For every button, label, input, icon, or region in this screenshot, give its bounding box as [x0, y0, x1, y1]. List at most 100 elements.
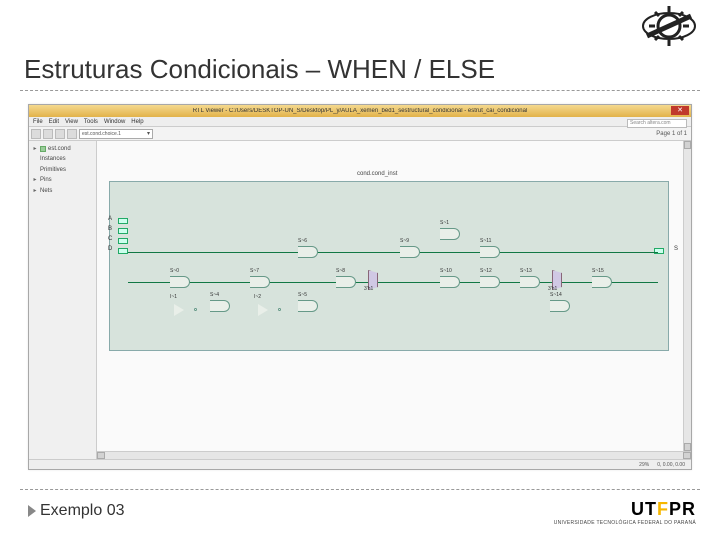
menu-tools[interactable]: Tools [84, 119, 98, 125]
and-gate [440, 276, 460, 288]
and-gate [170, 276, 190, 288]
gate-label: S~15 [592, 268, 604, 274]
menu-edit[interactable]: Edit [49, 119, 59, 125]
port-s [654, 248, 664, 254]
not-gate [258, 304, 268, 316]
scrollbar-vertical[interactable] [683, 141, 691, 451]
expand-icon[interactable]: ▸ [32, 187, 38, 195]
status-bar: 29% 0, 0.00, 0.00 [29, 459, 691, 469]
schematic-block: A B C D S S~0 I~1 S~4 S~7 I~2 S~5 S~6 S~… [109, 181, 669, 351]
status-zoom: 29% [639, 462, 649, 468]
gate-label: S~6 [298, 238, 307, 244]
scroll-down-icon[interactable] [684, 443, 691, 451]
port-a-label: A [108, 216, 112, 222]
gear-logo-icon [638, 4, 700, 48]
port-d-label: D [108, 246, 112, 252]
port-a [118, 218, 128, 224]
tool-button-4[interactable] [67, 129, 77, 139]
gate-label: S~8 [336, 268, 345, 274]
and-gate [520, 276, 540, 288]
gate-label: S~4 [210, 292, 219, 298]
chevron-down-icon: ▾ [147, 130, 150, 137]
gate-label: S~13 [520, 268, 532, 274]
menu-file[interactable]: File [33, 119, 43, 125]
inverter-bubble-icon [194, 308, 197, 311]
toolbar: est.cond.choice.1 ▾ [29, 127, 691, 141]
search-input[interactable]: Search altera.com [627, 119, 687, 128]
status-coords: 0, 0.00, 0.00 [657, 462, 685, 468]
title-divider [20, 90, 700, 91]
expand-icon[interactable]: ▸ [32, 145, 38, 153]
and-gate [298, 246, 318, 258]
tree-node[interactable]: ▸Pins [32, 175, 93, 185]
menu-window[interactable]: Window [104, 119, 125, 125]
and-gate [400, 246, 420, 258]
gate-label: S~14 [550, 292, 562, 298]
and-gate [592, 276, 612, 288]
footer-caption-text: Exemplo 03 [40, 502, 125, 520]
scroll-left-icon[interactable] [97, 452, 105, 459]
port-c [118, 238, 128, 244]
gate-label: 3'h1 [364, 286, 373, 292]
tree-node[interactable]: ▸Nets [32, 186, 93, 196]
scroll-right-icon[interactable] [683, 452, 691, 459]
gate-label: I~1 [170, 294, 177, 300]
utfpr-logo: UTFPR UNIVERSIDADE TECNOLÓGICA FEDERAL D… [554, 499, 696, 526]
scrollbar-horizontal[interactable] [97, 451, 691, 459]
utfpr-logo-subtext: UNIVERSIDADE TECNOLÓGICA FEDERAL DO PARA… [554, 520, 696, 526]
and-gate [250, 276, 270, 288]
footer-caption: Exemplo 03 [28, 502, 125, 520]
module-icon [40, 146, 46, 152]
scroll-up-icon[interactable] [684, 141, 691, 149]
and-gate [480, 246, 500, 258]
gate-label: S~9 [400, 238, 409, 244]
gate-label: S~5 [298, 292, 307, 298]
tree-node[interactable]: Primitives [32, 165, 93, 175]
footer-divider [20, 489, 700, 490]
utfpr-logo-text: UTFPR [554, 499, 696, 520]
port-b-label: B [108, 226, 112, 232]
tool-button-2[interactable] [43, 129, 53, 139]
gate-label: S~1 [440, 220, 449, 226]
netlist-tree: ▸est.cond Instances Primitives ▸Pins ▸Ne… [29, 141, 97, 459]
tree-label: Instances [40, 155, 66, 163]
tree-label: Pins [40, 176, 52, 184]
port-d [118, 248, 128, 254]
tree-node[interactable]: ▸ est.cond [32, 144, 93, 154]
page-title: Estruturas Condicionais – WHEN / ELSE [24, 54, 495, 85]
gate-label: I~2 [254, 294, 261, 300]
instance-label: cond.cond_inst [357, 171, 397, 177]
not-gate [174, 304, 184, 316]
and-gate [480, 276, 500, 288]
and-gate [298, 300, 318, 312]
window-title: RTL Viewer - C:/Users/DESKTOP-UN_S/Deskt… [29, 108, 691, 114]
and-gate [550, 300, 570, 312]
menu-view[interactable]: View [65, 119, 78, 125]
port-c-label: C [108, 236, 112, 242]
hierarchy-combo[interactable]: est.cond.choice.1 ▾ [79, 129, 153, 139]
tool-button-1[interactable] [31, 129, 41, 139]
schematic-canvas[interactable]: cond.cond_inst A B C D S S~0 I~1 S~4 S~7… [97, 141, 691, 459]
and-gate [440, 228, 460, 240]
tree-label: est.cond [48, 145, 71, 153]
tree-node[interactable]: Instances [32, 154, 93, 164]
expand-icon[interactable]: ▸ [32, 176, 38, 184]
and-gate [210, 300, 230, 312]
tree-label: Nets [40, 187, 52, 195]
gate-label: S~12 [480, 268, 492, 274]
wire [128, 252, 658, 253]
rtl-viewer-window: RTL Viewer - C:/Users/DESKTOP-UN_S/Deskt… [28, 104, 692, 470]
tree-label: Primitives [40, 166, 66, 174]
wire [128, 282, 658, 283]
menu-help[interactable]: Help [131, 119, 143, 125]
gate-label: S~11 [480, 238, 491, 244]
menubar: File Edit View Tools Window Help [29, 117, 691, 127]
triangle-bullet-icon [28, 505, 36, 517]
close-icon[interactable]: ✕ [671, 106, 689, 115]
window-titlebar: RTL Viewer - C:/Users/DESKTOP-UN_S/Deskt… [29, 105, 691, 117]
inverter-bubble-icon [278, 308, 281, 311]
and-gate [336, 276, 356, 288]
gate-label: S~10 [440, 268, 452, 274]
tool-button-3[interactable] [55, 129, 65, 139]
port-b [118, 228, 128, 234]
